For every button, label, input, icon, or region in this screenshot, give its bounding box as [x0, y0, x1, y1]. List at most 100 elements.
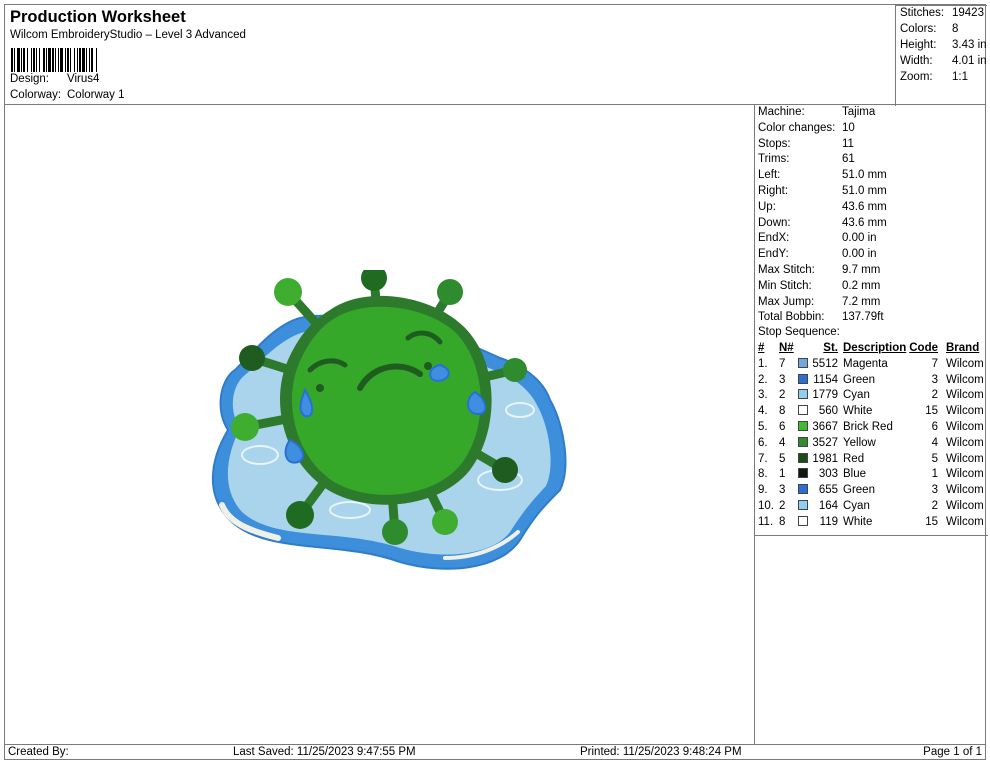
machine-info-row: EndY: 0.00 in	[758, 248, 877, 260]
machine-info-row: Right: 51.0 mm	[758, 185, 887, 197]
embroidery-design-image	[211, 270, 567, 570]
barcode-bar	[48, 48, 51, 72]
design-summary: Stitches: 19423 Colors: 8 Height: 3.43 i…	[895, 5, 987, 106]
cell-num: 3.	[758, 389, 768, 402]
cell-brand: Wilcom	[946, 389, 984, 402]
design-row: Design: Virus4	[10, 73, 99, 85]
barcode-bar	[43, 48, 45, 72]
color-swatch	[798, 357, 808, 368]
cell-st: 1779	[812, 389, 838, 402]
summary-colors: Colors: 8	[900, 23, 958, 35]
table-divider	[755, 535, 988, 536]
info-label: Right:	[758, 185, 789, 197]
barcode-bar	[70, 48, 71, 72]
barcode	[11, 48, 97, 72]
info-label: Color changes:	[758, 121, 836, 134]
cell-n: 6	[779, 421, 786, 433]
cell-brand: Wilcom	[946, 436, 984, 449]
cell-n: 2	[779, 500, 786, 512]
header-desc: Description	[843, 342, 907, 354]
cell-brand: Wilcom	[946, 484, 984, 497]
barcode-bar	[46, 48, 47, 72]
color-swatch	[798, 405, 808, 416]
table-row: 5. 6 3667 Brick Red 6 Wilcom	[755, 421, 988, 437]
cell-st: 1154	[813, 373, 838, 386]
barcode-bar	[33, 48, 35, 72]
cell-num: 6.	[758, 436, 768, 449]
barcode-bar	[74, 48, 75, 72]
barcode-bar	[11, 48, 13, 72]
cell-desc: Yellow	[843, 436, 876, 449]
table-row: 1. 7 5512 Magenta 7 Wilcom	[755, 357, 988, 374]
cell-desc: Green	[843, 373, 875, 386]
info-label: Min Stitch:	[758, 279, 812, 292]
info-value: 43.6 mm	[842, 216, 887, 229]
cell-n: 8	[779, 405, 786, 418]
table-row: 6. 4 3527 Yellow 4 Wilcom	[755, 436, 988, 453]
cell-st: 1981	[812, 452, 838, 465]
info-label: Max Jump:	[758, 295, 815, 308]
info-label: Left:	[758, 169, 781, 182]
barcode-bar	[67, 48, 69, 72]
info-label: Trims:	[758, 153, 790, 166]
cell-n: 1	[779, 468, 786, 481]
color-swatch	[798, 515, 808, 526]
machine-info-row: Stops: 11	[758, 138, 854, 150]
cell-st: 3667	[812, 421, 838, 433]
cell-brand: Wilcom	[946, 405, 984, 418]
color-swatch	[798, 389, 808, 400]
cell-code: 15	[925, 405, 938, 418]
summary-label: Zoom:	[900, 71, 933, 83]
info-label: Up:	[758, 200, 776, 213]
cell-st: 164	[818, 500, 838, 512]
cell-code: 2	[931, 500, 938, 512]
colorway-row: Colorway: Colorway 1	[10, 89, 125, 101]
cell-desc: Magenta	[843, 357, 888, 370]
barcode-bar	[89, 48, 90, 72]
cell-n: 2	[779, 389, 786, 402]
machine-info-row: Left: 51.0 mm	[758, 169, 887, 181]
cell-num: 10.	[758, 500, 774, 512]
summary-width: Width: 4.01 in	[900, 55, 987, 67]
color-swatch	[798, 452, 808, 463]
cell-desc: White	[843, 515, 873, 528]
cell-code: 1	[931, 468, 938, 481]
summary-zoom: Zoom: 1:1	[900, 71, 968, 83]
cell-desc: Cyan	[843, 500, 870, 512]
barcode-bar	[65, 48, 66, 72]
barcode-bar	[77, 48, 78, 72]
cell-desc: Brick Red	[843, 421, 893, 433]
cell-desc: White	[843, 405, 873, 418]
barcode-bar	[14, 48, 15, 72]
stop-table-header: # N# St. Description Code Brand	[755, 342, 988, 358]
summary-value: 19423	[952, 7, 984, 19]
info-value: 7.2 mm	[842, 295, 881, 308]
barcode-bar	[39, 48, 40, 72]
cell-code: 6	[931, 421, 938, 433]
info-label: Max Stitch:	[758, 264, 815, 276]
cell-desc: Red	[843, 452, 865, 465]
cell-st: 560	[818, 405, 838, 418]
design-preview	[5, 105, 754, 744]
header-n: N#	[779, 342, 794, 354]
table-row: 8. 1 303 Blue 1 Wilcom	[755, 468, 988, 484]
cell-num: 1.	[758, 357, 768, 370]
machine-info-row: Down: 43.6 mm	[758, 217, 887, 229]
summary-value: 3.43 in	[952, 39, 987, 51]
barcode-bar	[91, 48, 93, 72]
cell-brand: Wilcom	[946, 421, 984, 433]
worksheet-body: Machine: Tajima Color changes: 10 Stops: 11 Tr…	[4, 104, 988, 745]
worksheet-title: Production Worksheet	[10, 8, 186, 26]
info-value: 0.00 in	[842, 232, 877, 245]
table-row: 3. 2 1779 Cyan 2 Wilcom	[755, 389, 988, 405]
cell-brand: Wilcom	[946, 500, 984, 512]
cell-desc: Green	[843, 484, 875, 497]
barcode-bar	[17, 48, 20, 72]
machine-info-row: Up: 43.6 mm	[758, 201, 887, 213]
summary-value: 4.01 in	[952, 55, 987, 67]
summary-stitches: Stitches: 19423	[900, 7, 984, 19]
info-value: 137.79ft	[842, 311, 884, 324]
table-row: 11. 8 119 White 15 Wilcom	[755, 515, 988, 532]
info-value: 9.7 mm	[842, 264, 881, 276]
cell-n: 3	[779, 484, 786, 497]
